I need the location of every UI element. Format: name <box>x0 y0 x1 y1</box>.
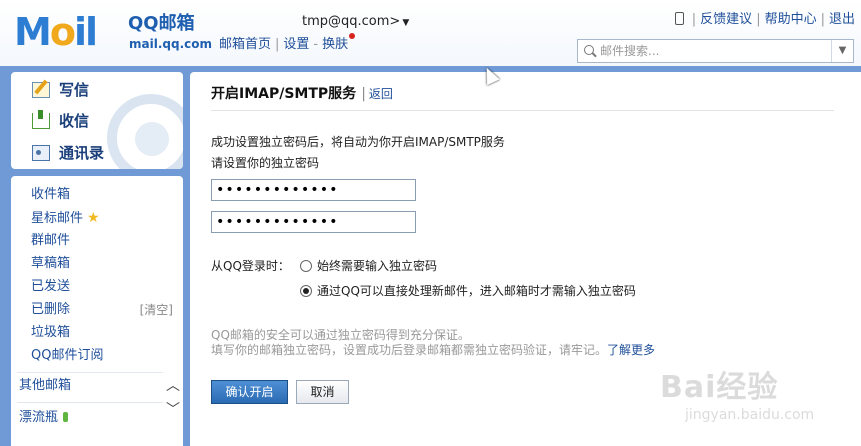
compose-icon <box>32 82 50 98</box>
folder-inbox[interactable]: 收件箱 <box>31 185 70 205</box>
qq-penguin-icon <box>107 94 183 169</box>
folder-starred-label: 星标邮件 <box>31 211 84 226</box>
title-divider: | <box>361 86 366 102</box>
password-field[interactable]: ••••••••••••• <box>211 179 416 201</box>
login-option-label: 从QQ登录时： <box>211 259 290 273</box>
baidu-jingyan-watermark: Bai经验 jingyan.baidu.com <box>655 362 855 442</box>
chevron-down-icon[interactable]: ▼ <box>831 40 853 62</box>
search-input[interactable] <box>600 43 825 59</box>
nav-dash: - <box>313 37 319 52</box>
clear-deleted-link[interactable]: [清空] <box>140 300 173 320</box>
header-nav: 邮箱首页 | 设置 - 换肤 <box>219 33 356 52</box>
folder-deleted[interactable]: 已删除 <box>31 300 70 320</box>
page-title-text: 开启IMAP/SMTP服务 <box>211 86 357 102</box>
drift-bottle[interactable]: 漂流瓶 <box>19 408 69 428</box>
page-title: 开启IMAP/SMTP服务 | 返回 <box>211 84 393 104</box>
folder-starred[interactable]: 星标邮件 ★ <box>31 208 100 228</box>
top-links: | 反馈建议 | 帮助中心 | 退出 <box>674 8 855 27</box>
watermark-url: jingyan.baidu.com <box>685 407 815 423</box>
logo-name: QQ邮箱 <box>128 13 195 34</box>
option-always-password[interactable]: 始终需要输入独立密码 <box>300 258 437 274</box>
chevron-down-icon[interactable]: ﹀ <box>163 398 183 422</box>
option-direct-label: 通过QQ可以直接处理新邮件，进入邮箱时才需输入独立密码 <box>317 284 636 298</box>
link-divider: | <box>820 12 825 27</box>
receive-label: 收信 <box>59 112 90 130</box>
password-prompt: 请设置你的独立密码 <box>211 156 320 170</box>
new-dot-icon <box>349 33 356 39</box>
qq-mail-logo[interactable]: Moil QQ邮箱 mail.qq.com <box>14 8 214 54</box>
nav-mail-home[interactable]: 邮箱首页 <box>219 37 271 52</box>
watermark-logo: Bai经验 <box>660 370 779 405</box>
confirm-password-field[interactable]: ••••••••••••• <box>211 211 416 233</box>
other-mailbox[interactable]: 其他邮箱 <box>19 376 71 396</box>
phone-icon[interactable] <box>674 12 684 25</box>
intro-text: 成功设置独立密码后，将自动为你开启IMAP/SMTP服务 <box>211 135 505 149</box>
bottle-icon <box>63 412 69 422</box>
back-link[interactable]: 返回 <box>369 87 393 101</box>
logout-link[interactable]: 退出 <box>829 12 855 27</box>
link-divider: | <box>756 12 761 27</box>
account-menu[interactable]: tmp@qq.com> ▼ <box>302 14 409 29</box>
divider <box>17 402 163 403</box>
folder-drafts[interactable]: 草稿箱 <box>31 254 70 274</box>
download-icon <box>32 110 50 129</box>
search-icon <box>584 45 594 55</box>
password-note: 填写你的邮箱独立密码，设置成功后登录邮箱都需独立密码验证，请牢记。了解更多 <box>211 343 655 358</box>
confirm-enable-button[interactable]: 确认开启 <box>211 380 288 404</box>
title-divider-line <box>211 110 834 111</box>
nav-settings[interactable]: 设置 <box>283 37 309 52</box>
logo-domain: mail.qq.com <box>129 37 212 51</box>
divider <box>17 372 163 373</box>
folder-spam[interactable]: 垃圾箱 <box>31 323 70 343</box>
folder-list: 收件箱 星标邮件 ★ 群邮件 草稿箱 已发送 已删除 [清空] 垃圾箱 QQ邮件订… <box>11 176 183 446</box>
compose-label: 写信 <box>59 81 90 99</box>
drift-bottle-label: 漂流瓶 <box>19 410 59 425</box>
option-always-label: 始终需要输入独立密码 <box>317 259 438 273</box>
nav-change-skin[interactable]: 换肤 <box>322 37 348 52</box>
feedback-link[interactable]: 反馈建议 <box>700 12 752 27</box>
compose-button[interactable]: 写信 <box>32 78 89 102</box>
radio-button-checked[interactable] <box>300 285 312 297</box>
mail-search[interactable]: ▼ <box>577 39 854 63</box>
star-icon: ★ <box>87 210 100 226</box>
password-note-text: 填写你的邮箱独立密码，设置成功后登录邮箱都需独立密码验证，请牢记。 <box>211 343 608 357</box>
contacts-icon <box>32 145 50 161</box>
sidebar-scroller[interactable]: ︿ ﹀ <box>163 374 183 424</box>
learn-more-link[interactable]: 了解更多 <box>607 343 655 357</box>
help-link[interactable]: 帮助中心 <box>765 12 817 27</box>
nav-divider: | <box>275 37 280 52</box>
contacts-label: 通讯录 <box>59 144 105 162</box>
radio-button[interactable] <box>300 260 312 272</box>
chevron-up-icon[interactable]: ︿ <box>163 374 183 398</box>
account-email[interactable]: tmp@qq.com> <box>302 14 400 29</box>
security-note: QQ邮箱的安全可以通过独立密码得到充分保证。 <box>211 328 470 342</box>
folder-subscriptions[interactable]: QQ邮件订阅 <box>31 346 103 366</box>
logo-mark: Moil <box>14 10 98 54</box>
folder-sent[interactable]: 已发送 <box>31 277 70 297</box>
cancel-button[interactable]: 取消 <box>296 380 349 404</box>
link-divider: | <box>691 12 697 27</box>
receive-button[interactable]: 收信 <box>32 109 89 133</box>
option-direct-access[interactable]: 通过QQ可以直接处理新邮件，进入邮箱时才需输入独立密码 <box>300 283 636 299</box>
chevron-down-icon[interactable]: ▼ <box>402 18 409 28</box>
folder-group[interactable]: 群邮件 <box>31 231 70 251</box>
contacts-button[interactable]: 通讯录 <box>32 141 104 165</box>
sidebar-actions: 写信 收信 通讯录 <box>11 72 183 169</box>
